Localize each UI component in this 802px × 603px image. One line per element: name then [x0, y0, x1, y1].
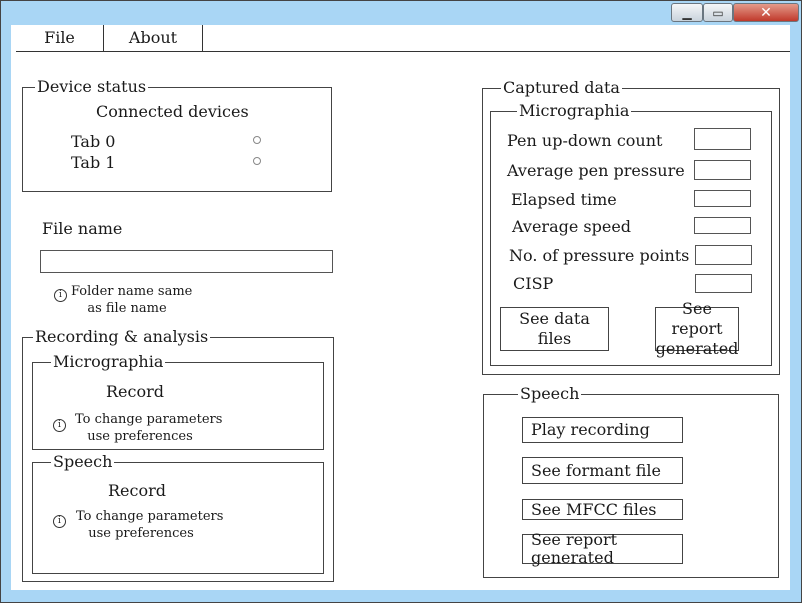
see-report-generated-button[interactable]: See report generated	[655, 299, 739, 358]
close-button[interactable]: ✕	[733, 3, 799, 22]
pen-up-down-count-field	[694, 128, 751, 150]
device-tab-0-radio[interactable]	[253, 136, 261, 144]
file-name-hint-line-2: as file name	[87, 301, 167, 316]
info-icon: i	[53, 515, 66, 528]
close-icon: ✕	[760, 4, 772, 21]
minimize-icon: ▁	[682, 5, 692, 20]
captured-data-group: Captured data Micrographia Pen up-down c…	[482, 79, 780, 375]
connected-devices-heading: Connected devices	[96, 102, 249, 121]
cisp-field	[695, 274, 752, 293]
captured-micrographia-group: Micrographia Pen up-down count Average p…	[490, 102, 772, 366]
client-area: File About Device status Connected devic…	[11, 25, 790, 590]
metric-label: No. of pressure points	[509, 246, 690, 265]
see-data-files-line-1: See data	[519, 309, 590, 328]
play-recording-button[interactable]: Play recording	[522, 417, 683, 443]
speech-hint-line-2: use preferences	[88, 526, 194, 541]
device-tab-1-radio[interactable]	[253, 157, 261, 165]
device-status-legend: Device status	[35, 77, 149, 96]
application-window: ▁ ▭ ✕ File About Device status Connected…	[0, 0, 802, 603]
info-icon: i	[54, 289, 67, 302]
title-bar: ▁ ▭ ✕	[1, 1, 801, 25]
micrographia-hint-line-1: To change parameters	[75, 412, 223, 427]
recording-analysis-group: Recording & analysis Micrographia Record…	[22, 328, 334, 582]
speech-panel-group: Speech Play recording See formant file S…	[483, 385, 779, 578]
metric-label: Average speed	[512, 217, 632, 236]
metric-label: CISP	[513, 274, 554, 293]
maximize-icon: ▭	[712, 5, 724, 20]
menu-bar: File About	[16, 25, 790, 52]
speech-record-hint: To change parameters use preferences	[76, 508, 224, 542]
menu-file[interactable]: File	[16, 25, 103, 51]
pressure-points-field	[695, 245, 752, 265]
see-formant-file-button[interactable]: See formant file	[522, 457, 683, 484]
micrographia-hint-line-2: use preferences	[87, 429, 193, 444]
see-report-line-2: generated	[655, 339, 739, 358]
device-item-tab-1: Tab 1	[71, 153, 116, 172]
average-pen-pressure-field	[694, 160, 751, 180]
file-name-input[interactable]	[40, 250, 333, 273]
device-item-tab-0: Tab 0	[71, 132, 116, 151]
maximize-button[interactable]: ▭	[703, 3, 733, 22]
captured-micrographia-legend: Micrographia	[517, 101, 632, 120]
speech-record-legend: Speech	[51, 452, 115, 471]
micrographia-record-legend: Micrographia	[51, 352, 166, 371]
see-data-files-button[interactable]: See data files	[500, 307, 609, 351]
file-name-label: File name	[42, 219, 123, 238]
speech-hint-line-1: To change parameters	[76, 509, 224, 524]
see-speech-report-button[interactable]: See report generated	[522, 531, 683, 567]
file-name-hint-line-1: Folder name same	[71, 284, 193, 299]
see-mfcc-files-button[interactable]: See MFCC files	[522, 499, 683, 520]
device-status-group: Device status Connected devices Tab 0 Ta…	[22, 78, 332, 192]
menu-about[interactable]: About	[104, 25, 202, 51]
micrographia-record-group: Micrographia Record i To change paramete…	[32, 353, 324, 450]
info-icon: i	[53, 419, 66, 432]
micrographia-record-hint: To change parameters use preferences	[75, 411, 223, 445]
see-report-line-1: See report	[671, 299, 723, 338]
captured-data-legend: Captured data	[501, 78, 622, 97]
recording-analysis-legend: Recording & analysis	[33, 327, 211, 346]
elapsed-time-field	[694, 190, 751, 207]
speech-record-group: Speech Record i To change parameters use…	[32, 453, 324, 574]
micrographia-record-button[interactable]: Record	[106, 383, 164, 401]
minimize-button[interactable]: ▁	[671, 3, 703, 22]
average-speed-field	[694, 217, 751, 234]
file-name-hint: Folder name same as file name	[71, 283, 193, 317]
metric-label: Pen up-down count	[507, 131, 663, 150]
speech-panel-legend: Speech	[518, 384, 582, 403]
see-data-files-line-2: files	[537, 329, 572, 348]
metric-label: Elapsed time	[511, 190, 617, 209]
menu-separator	[202, 25, 203, 51]
speech-record-button[interactable]: Record	[108, 482, 166, 500]
metric-label: Average pen pressure	[507, 161, 685, 180]
